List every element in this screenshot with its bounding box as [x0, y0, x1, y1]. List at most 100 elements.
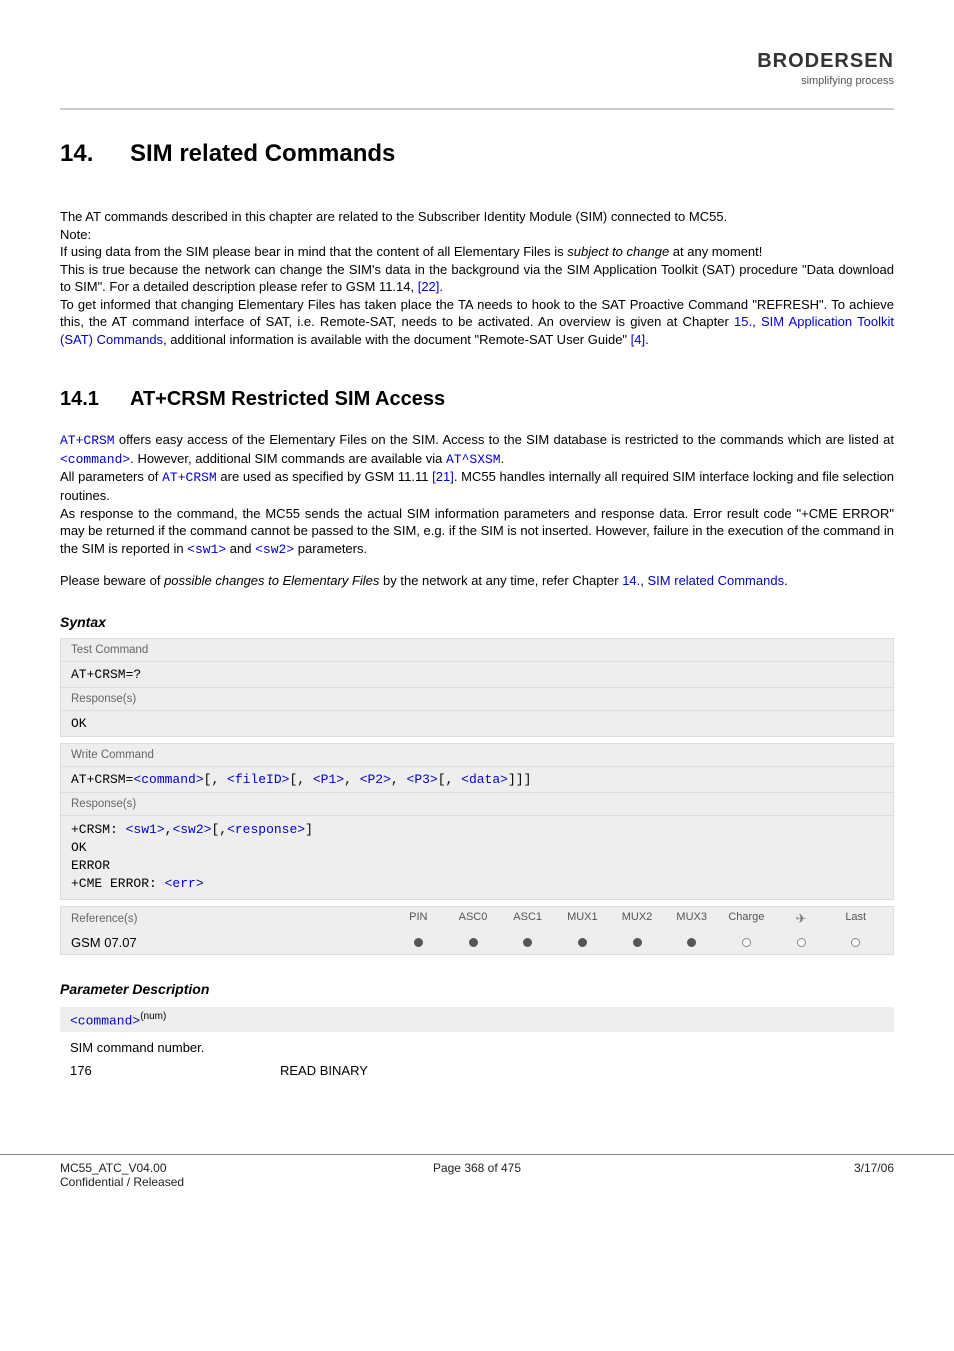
- col-mux1: MUX1: [555, 911, 610, 927]
- text: by the network at any time, refer Chapte…: [379, 573, 622, 588]
- text: This is true because the network can cha…: [60, 262, 894, 295]
- col-pin: PIN: [391, 911, 446, 927]
- reference-link[interactable]: [22]: [418, 279, 440, 294]
- dot: [719, 936, 774, 948]
- text: AT+CRSM=: [71, 772, 133, 787]
- section-paragraph-4: Please beware of possible changes to Ele…: [60, 572, 894, 590]
- text: All parameters of: [60, 469, 162, 484]
- col-last: Last: [828, 911, 883, 927]
- write-response: +CRSM: <sw1>,<sw2>[,<response>] OK ERROR…: [61, 816, 893, 899]
- code-link[interactable]: AT+CRSM: [162, 470, 217, 485]
- syntax-test-box: Test Command AT+CRSM=? Response(s) OK: [60, 638, 894, 737]
- write-command-code: AT+CRSM=<command>[, <fileID>[, <P1>, <P2…: [61, 767, 893, 793]
- param-link[interactable]: <P1>: [313, 772, 344, 787]
- chapter-number: 14.: [60, 140, 130, 168]
- dot: [500, 936, 555, 948]
- param-link[interactable]: <command>: [133, 772, 203, 787]
- dot: [610, 936, 665, 948]
- syntax-reference-box: Reference(s) PIN ASC0 ASC1 MUX1 MUX2 MUX…: [60, 906, 894, 955]
- text: .: [501, 451, 505, 466]
- text: OK: [71, 840, 87, 855]
- text: parameters.: [294, 541, 367, 556]
- section-paragraph-1: AT+CRSM offers easy access of the Elemen…: [60, 431, 894, 468]
- dot: [446, 936, 501, 948]
- section-heading: 14.1AT+CRSM Restricted SIM Access: [60, 388, 894, 411]
- syntax-heading: Syntax: [60, 614, 894, 630]
- param-link[interactable]: <P3>: [407, 772, 438, 787]
- logo-tagline: simplifying process: [757, 75, 894, 87]
- page-header: BRODERSEN simplifying process: [60, 40, 894, 110]
- syntax-write-box: Write Command AT+CRSM=<command>[, <fileI…: [60, 743, 894, 900]
- test-response: OK: [61, 711, 893, 736]
- param-link[interactable]: <err>: [165, 876, 204, 891]
- text: offers easy access of the Elementary Fil…: [115, 432, 894, 447]
- text: .: [645, 332, 649, 347]
- dot: [774, 936, 829, 948]
- text: .: [784, 573, 788, 588]
- section-paragraph-3: As response to the command, the MC55 sen…: [60, 505, 894, 559]
- text: Please beware of: [60, 573, 164, 588]
- reference-dots: [391, 936, 883, 948]
- text: .: [439, 279, 443, 294]
- text: If using data from the SIM please bear i…: [60, 244, 567, 259]
- reference-value-row: GSM 07.07: [61, 931, 893, 954]
- text: +CRSM:: [71, 822, 126, 837]
- reference-link[interactable]: [21]: [432, 469, 454, 484]
- emphasis: subject to change: [567, 244, 669, 259]
- section-title: AT+CRSM Restricted SIM Access: [130, 388, 445, 410]
- param-name: <command>: [70, 1013, 140, 1028]
- col-charge: Charge: [719, 911, 774, 927]
- test-command-code: AT+CRSM=?: [61, 662, 893, 688]
- text: ERROR: [71, 858, 110, 873]
- text: , additional information is available wi…: [163, 332, 631, 347]
- reference-header-row: Reference(s) PIN ASC0 ASC1 MUX1 MUX2 MUX…: [61, 907, 893, 931]
- code-link[interactable]: AT^SXSM: [446, 452, 501, 467]
- chapter-link[interactable]: 15.: [734, 314, 752, 329]
- text: ,: [640, 573, 647, 588]
- param-command-box: <command>(num): [60, 1007, 894, 1032]
- code-link[interactable]: <sw1>: [187, 542, 226, 557]
- param-link[interactable]: <P2>: [360, 772, 391, 787]
- col-asc1: ASC1: [500, 911, 555, 927]
- text: As response to the command, the MC55 sen…: [60, 506, 894, 556]
- col-asc0: ASC0: [446, 911, 501, 927]
- write-command-label: Write Command: [61, 744, 893, 767]
- dot: [828, 936, 883, 948]
- airplane-icon: ✈: [774, 911, 829, 927]
- intro-paragraph-3: This is true because the network can cha…: [60, 261, 894, 296]
- param-link[interactable]: <fileID>: [227, 772, 289, 787]
- param-link[interactable]: <sw2>: [172, 822, 211, 837]
- param-value-meaning: READ BINARY: [280, 1063, 368, 1078]
- intro-paragraph-2: If using data from the SIM please bear i…: [60, 243, 894, 261]
- chapter-title: SIM related Commands: [130, 140, 395, 167]
- intro-paragraph-1: The AT commands described in this chapte…: [60, 208, 894, 226]
- col-mux3: MUX3: [664, 911, 719, 927]
- reference-value: GSM 07.07: [71, 935, 391, 950]
- intro-paragraph-4: To get informed that changing Elementary…: [60, 296, 894, 349]
- param-command-desc: SIM command number.: [60, 1038, 894, 1057]
- section-paragraph-2: All parameters of AT+CRSM are used as sp…: [60, 468, 894, 504]
- param-link[interactable]: <data>: [461, 772, 508, 787]
- reference-link[interactable]: [4]: [631, 332, 645, 347]
- code-link[interactable]: <command>: [60, 452, 130, 467]
- param-link[interactable]: <sw1>: [126, 822, 165, 837]
- footer-page-number: Page 368 of 475: [338, 1161, 616, 1189]
- footer-doc-id: MC55_ATC_V04.00: [60, 1161, 338, 1175]
- param-link[interactable]: <response>: [227, 822, 305, 837]
- logo-text: BRODERSEN: [757, 50, 894, 73]
- chapter-link[interactable]: SIM related Commands: [648, 573, 785, 588]
- test-command-label: Test Command: [61, 639, 893, 662]
- section-number: 14.1: [60, 388, 130, 411]
- text: . However, additional SIM commands are a…: [130, 451, 446, 466]
- brand-logo: BRODERSEN simplifying process: [757, 50, 894, 87]
- text: and: [226, 541, 255, 556]
- chapter-link[interactable]: 14.: [622, 573, 640, 588]
- col-mux2: MUX2: [610, 911, 665, 927]
- code-link[interactable]: AT+CRSM: [60, 433, 115, 448]
- code-link[interactable]: <sw2>: [255, 542, 294, 557]
- emphasis: possible changes to Elementary Files: [164, 573, 379, 588]
- dot: [555, 936, 610, 948]
- note-label: Note:: [60, 226, 894, 244]
- text: ,: [752, 314, 761, 329]
- footer-date: 3/17/06: [616, 1161, 894, 1189]
